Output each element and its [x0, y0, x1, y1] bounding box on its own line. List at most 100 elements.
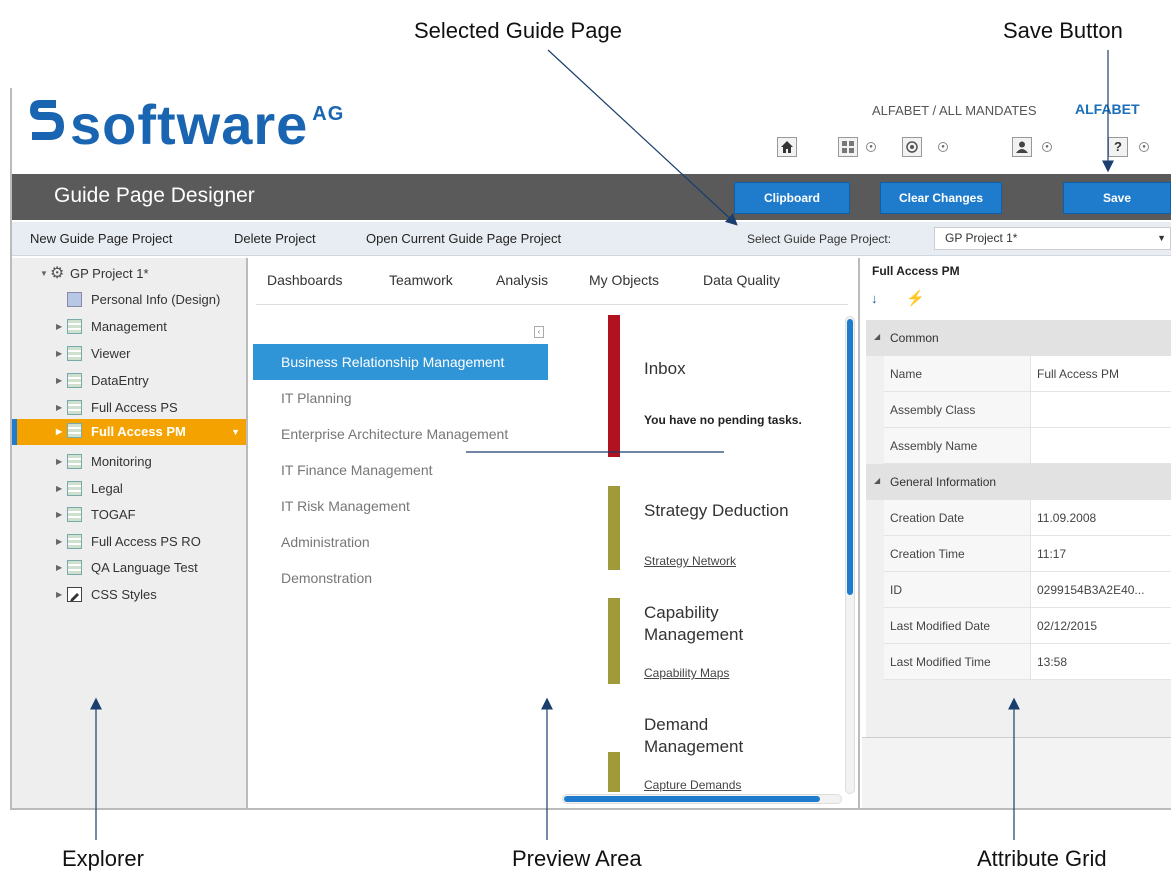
tab-teamwork[interactable]: Teamwork: [389, 272, 453, 288]
tree-item[interactable]: ▶ QA Language Test: [12, 556, 246, 580]
collapse-arrow-icon[interactable]: ◢: [874, 476, 880, 485]
attribute-row[interactable]: Assembly Class: [866, 392, 1171, 428]
expand-arrow-icon[interactable]: ▶: [56, 556, 62, 580]
scrollbar-thumb[interactable]: [847, 319, 853, 595]
clear-changes-button[interactable]: Clear Changes: [880, 182, 1002, 214]
section-common[interactable]: ◢ Common: [866, 320, 1171, 356]
guide-page-icon: [67, 319, 82, 334]
tree-item[interactable]: ▶ Full Access PS RO: [12, 530, 246, 554]
tree-item-selected[interactable]: ▶ Full Access PM ▼: [12, 419, 246, 445]
nav-item[interactable]: Demonstration: [253, 560, 548, 596]
home-icon[interactable]: [777, 137, 797, 157]
expand-arrow-icon[interactable]: ▶: [56, 315, 62, 339]
collapse-arrow-icon[interactable]: ◢: [874, 332, 880, 341]
nav-item[interactable]: IT Finance Management: [253, 452, 548, 488]
tab-data-quality[interactable]: Data Quality: [703, 272, 780, 288]
pencil-icon: [67, 587, 82, 602]
tab-analysis[interactable]: Analysis: [496, 272, 548, 288]
horizontal-scrollbar[interactable]: [562, 794, 842, 804]
strategy-title: Strategy Deduction: [644, 501, 789, 520]
alfabet-logo: ALFABET: [1075, 101, 1140, 117]
nav-item[interactable]: IT Risk Management: [253, 488, 548, 524]
guide-page-icon: [67, 400, 82, 415]
attribute-row[interactable]: ID 0299154B3A2E40...: [866, 572, 1171, 608]
strategy-link[interactable]: Strategy Network: [644, 554, 736, 568]
expand-arrow-icon[interactable]: ▶: [56, 369, 62, 393]
logo-text: software: [70, 93, 309, 156]
delete-project-menu-item[interactable]: Delete Project: [234, 231, 316, 246]
attribute-row[interactable]: Assembly Name: [866, 428, 1171, 464]
grid-icon[interactable]: [838, 137, 858, 157]
expand-arrow-icon[interactable]: ▼: [40, 262, 48, 286]
vertical-scrollbar[interactable]: [845, 316, 855, 794]
attribute-row[interactable]: Name Full Access PM: [866, 356, 1171, 392]
select-project-label: Select Guide Page Project:: [747, 232, 892, 246]
expand-arrow-icon[interactable]: ▶: [56, 503, 62, 527]
open-current-project-menu-item[interactable]: Open Current Guide Page Project: [366, 231, 561, 246]
expand-arrow-icon[interactable]: ▶: [56, 342, 62, 366]
nav-item[interactable]: IT Planning: [253, 380, 548, 416]
nav-item-active[interactable]: Business Relationship Management: [253, 344, 548, 380]
explorer-panel: ▼ ⚙ GP Project 1* Personal Info (Design)…: [12, 258, 248, 808]
tree-item[interactable]: ▶ DataEntry: [12, 369, 246, 393]
section-general-information[interactable]: ◢ General Information: [866, 464, 1171, 500]
user-icon[interactable]: [1012, 137, 1032, 157]
tab-my-objects[interactable]: My Objects: [589, 272, 659, 288]
chevron-down-icon: ▼: [1157, 233, 1166, 243]
tree-root[interactable]: ▼ ⚙ GP Project 1*: [12, 262, 246, 286]
network-options-icon[interactable]: ●: [938, 142, 948, 152]
lightning-icon[interactable]: ⚡: [906, 289, 925, 307]
demand-title-line-2: Management: [644, 737, 744, 756]
callout-save-button: Save Button: [1003, 18, 1123, 43]
attribute-row[interactable]: Creation Time 11:17: [866, 536, 1171, 572]
attribute-row[interactable]: Creation Date 11.09.2008: [866, 500, 1171, 536]
demand-link[interactable]: Capture Demands: [644, 778, 741, 792]
new-project-menu-item[interactable]: New Guide Page Project: [30, 231, 172, 246]
save-button[interactable]: Save: [1063, 182, 1171, 214]
capability-link[interactable]: Capability Maps: [644, 666, 729, 680]
attribute-row[interactable]: Last Modified Time 13:58: [866, 644, 1171, 680]
tree-item[interactable]: ▶ Legal: [12, 477, 246, 501]
expand-arrow-icon[interactable]: ▶: [56, 477, 62, 501]
attribute-row[interactable]: Last Modified Date 02/12/2015: [866, 608, 1171, 644]
scrollbar-thumb[interactable]: [564, 796, 820, 802]
help-icon[interactable]: ?: [1108, 137, 1128, 157]
select-project-value: GP Project 1*: [945, 231, 1018, 245]
sort-icon[interactable]: ↓: [871, 291, 878, 306]
nav-item[interactable]: Administration: [253, 524, 548, 560]
expand-arrow-icon[interactable]: ▶: [56, 530, 62, 554]
clipboard-button[interactable]: Clipboard: [734, 182, 850, 214]
gear-icon: ⚙: [50, 265, 65, 282]
nav-item[interactable]: Enterprise Architecture Management: [253, 416, 548, 452]
collapse-icon[interactable]: ‹: [534, 326, 544, 338]
tree-item[interactable]: ▶ CSS Styles: [12, 583, 246, 607]
grid-options-icon[interactable]: ●: [866, 142, 876, 152]
user-options-icon[interactable]: ●: [1042, 142, 1052, 152]
tree-item[interactable]: Personal Info (Design): [12, 288, 246, 312]
callout-selected-guide-page: Selected Guide Page: [414, 18, 622, 43]
tree-item[interactable]: ▶ Management: [12, 315, 246, 339]
strategy-accent-bar: [608, 486, 620, 570]
select-project-dropdown[interactable]: GP Project 1* ▼: [934, 227, 1171, 250]
tree-root-label: GP Project 1*: [70, 266, 149, 281]
tab-dashboards[interactable]: Dashboards: [267, 272, 343, 288]
mandates-breadcrumb[interactable]: ALFABET / ALL MANDATES: [872, 103, 1037, 118]
network-icon[interactable]: [902, 137, 922, 157]
tabs-divider: [256, 304, 848, 305]
tree-item[interactable]: ▶ Viewer: [12, 342, 246, 366]
chevron-down-icon[interactable]: ▼: [231, 419, 240, 445]
guide-page-icon: [67, 373, 82, 388]
expand-arrow-icon[interactable]: ▶: [56, 419, 62, 445]
attribute-grid-title: Full Access PM: [872, 264, 960, 278]
help-options-icon[interactable]: ●: [1139, 142, 1149, 152]
menu-bar: New Guide Page Project Delete Project Op…: [12, 222, 1171, 256]
expand-arrow-icon[interactable]: ▶: [56, 583, 62, 607]
tree-item[interactable]: ▶ TOGAF: [12, 503, 246, 527]
inbox-message: You have no pending tasks.: [644, 413, 802, 427]
tree-item[interactable]: ▶ Full Access PS: [12, 396, 246, 420]
expand-arrow-icon[interactable]: ▶: [56, 396, 62, 420]
tree-item[interactable]: ▶ Monitoring: [12, 450, 246, 474]
guide-page-icon: [67, 346, 82, 361]
guide-page-icon: [67, 534, 82, 549]
expand-arrow-icon[interactable]: ▶: [56, 450, 62, 474]
